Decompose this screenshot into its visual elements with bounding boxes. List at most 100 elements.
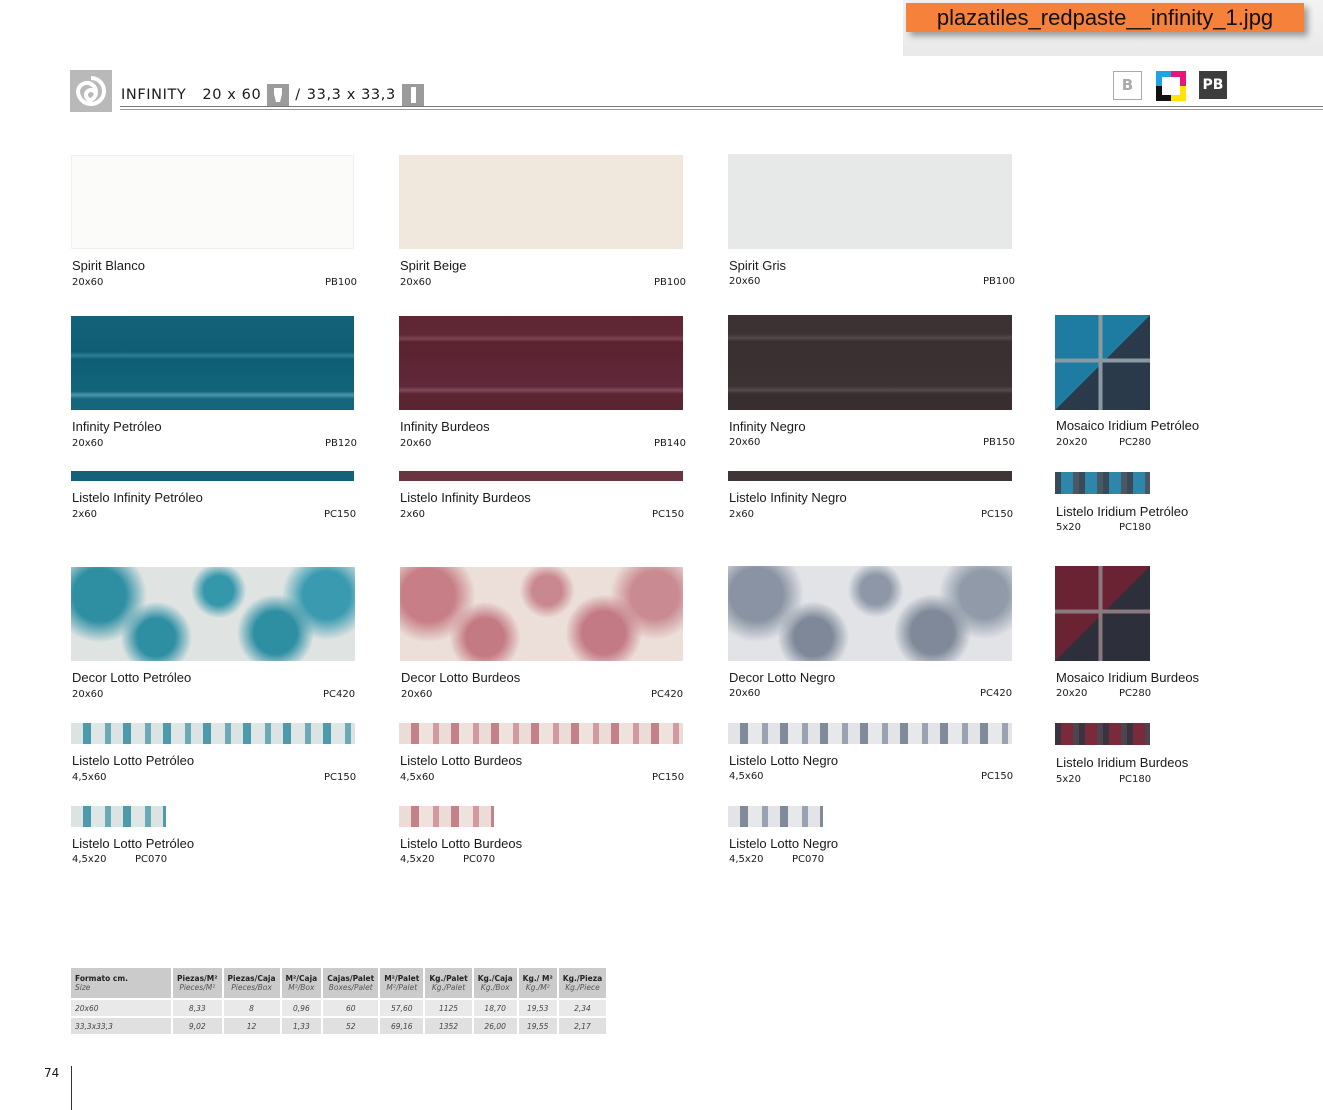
- product-code: PB100: [325, 277, 357, 288]
- table-cell: 60: [322, 998, 381, 1017]
- format-secondary: 33,3 x 33,3: [306, 87, 396, 103]
- product-name: Listelo Lotto Negro: [729, 753, 839, 768]
- table-cell: 19,55: [517, 1016, 559, 1034]
- column-header: Kg./Caja: [472, 968, 519, 983]
- product-code: PC150: [981, 509, 1014, 520]
- strip-swatch: [399, 723, 683, 744]
- product-size: 20x60: [400, 438, 432, 449]
- tile-swatch: [728, 154, 1012, 249]
- decor-swatch: [400, 567, 683, 661]
- product-name: Mosaico Iridium Petróleo: [1056, 418, 1200, 433]
- product-code: PC070: [135, 854, 168, 865]
- product-size: 2x60: [72, 509, 98, 520]
- table-cell: 12: [222, 1016, 282, 1034]
- floor-tile-icon: [401, 84, 424, 106]
- product-name: Spirit Gris: [729, 258, 787, 273]
- table-row: 33,3x33,3 9,02 12 1,33 52 69,16 1352 26,…: [71, 1016, 609, 1034]
- column-subheader: Pieces/Box: [222, 983, 282, 999]
- column-subheader: M²/Box: [280, 983, 324, 999]
- tile-swatch: [71, 316, 354, 410]
- column-subheader: Kg./M²: [517, 983, 559, 999]
- page-rule: [71, 1066, 72, 1110]
- product-code: PC150: [652, 509, 685, 520]
- product-size: 20x60: [400, 277, 432, 288]
- product-name: Listelo Infinity Burdeos: [400, 490, 531, 505]
- product-code: PB100: [983, 276, 1015, 287]
- column-header: M²/Caja: [280, 968, 324, 983]
- product-code: PC070: [463, 854, 496, 865]
- column-subheader: Kg./Box: [472, 983, 519, 999]
- table-cell: 1,33: [280, 1016, 324, 1034]
- column-subheader: M²/Palet: [379, 983, 426, 999]
- product-size: 4,5x60: [400, 772, 435, 783]
- table-header-row: Formato cm. Piezas/M² Piezas/Caja M²/Caj…: [71, 968, 609, 983]
- cmyk-icon: [1156, 71, 1186, 101]
- product-code: PC420: [651, 689, 684, 700]
- format-separator: /: [295, 87, 301, 103]
- product-name: Listelo Infinity Petróleo: [72, 490, 203, 505]
- page-number: 74: [44, 1066, 60, 1080]
- table-cell: 9,02: [172, 1016, 224, 1034]
- product-size: 4,5x20: [729, 854, 764, 865]
- product-size: 5x20: [1056, 774, 1082, 785]
- decor-swatch: [728, 566, 1012, 661]
- product-name: Listelo Lotto Burdeos: [400, 753, 523, 768]
- format-primary: 20 x 60: [202, 87, 262, 103]
- table-cell: 26,00: [472, 1016, 519, 1034]
- table-cell: 8: [222, 998, 282, 1017]
- table-cell: 19,53: [517, 998, 559, 1017]
- product-name: Infinity Negro: [729, 419, 806, 434]
- column-header: Kg./Pieza: [557, 968, 609, 983]
- column-subheader: Pieces/M²: [172, 983, 224, 999]
- product-name: Listelo Lotto Petróleo: [72, 753, 195, 768]
- column-subheader: Kg./Palet: [424, 983, 474, 999]
- product-name: Listelo Lotto Petróleo: [72, 836, 195, 851]
- collection-name: INFINITY: [121, 87, 187, 103]
- strip-swatch: [71, 806, 166, 827]
- strip-swatch: [1055, 723, 1150, 745]
- product-name: Infinity Petróleo: [72, 419, 162, 434]
- product-code: PB140: [654, 438, 686, 449]
- product-name: Spirit Beige: [400, 258, 467, 273]
- product-code: PC150: [981, 771, 1014, 782]
- product-size: 4,5x60: [72, 772, 107, 783]
- table-cell: 52: [322, 1016, 381, 1034]
- product-size: 20x60: [401, 689, 433, 700]
- collection-header: INFINITY 20 x 60 / 33,3 x 33,3: [121, 84, 430, 106]
- strip-swatch: [728, 471, 1012, 481]
- column-header: Cajas/Palet: [322, 968, 381, 983]
- packing-spec-table: Formato cm. Piezas/M² Piezas/Caja M²/Caj…: [71, 968, 609, 1034]
- column-header: Formato cm.: [71, 968, 173, 983]
- column-subheader: Boxes/Palet: [322, 983, 381, 999]
- product-code: PC150: [324, 509, 357, 520]
- table-cell: 20x60: [71, 998, 173, 1017]
- product-name: Spirit Blanco: [72, 258, 145, 273]
- product-size: 20x20: [1056, 437, 1088, 448]
- product-size: 20x60: [72, 689, 104, 700]
- product-size: 20x60: [729, 437, 761, 448]
- column-header: M²/Palet: [379, 968, 426, 983]
- strip-swatch: [728, 723, 1012, 744]
- table-cell: 2,17: [557, 1016, 609, 1034]
- product-code: PC150: [324, 772, 357, 783]
- tile-swatch: [399, 155, 683, 249]
- column-subheader: Size: [71, 983, 173, 999]
- column-header: Kg./Palet: [424, 968, 474, 983]
- product-size: 4,5x20: [400, 854, 435, 865]
- product-size: 20x60: [729, 276, 761, 287]
- product-name: Decor Lotto Negro: [729, 670, 836, 685]
- badge-pb: PB: [1199, 71, 1227, 99]
- product-name: Listelo Iridium Burdeos: [1056, 755, 1189, 770]
- product-size: 20x20: [1056, 688, 1088, 699]
- product-name: Mosaico Iridium Burdeos: [1056, 670, 1200, 685]
- product-code: PB150: [983, 437, 1015, 448]
- product-size: 20x60: [729, 688, 761, 699]
- table-cell: 18,70: [472, 998, 519, 1017]
- product-size: 20x60: [72, 277, 104, 288]
- table-cell: 2,34: [557, 998, 609, 1017]
- table-cell: 0,96: [280, 998, 324, 1017]
- product-name: Decor Lotto Petróleo: [72, 670, 192, 685]
- table-cell: 1125: [424, 998, 474, 1017]
- table-cell: 1352: [424, 1016, 474, 1034]
- product-name: Listelo Iridium Petróleo: [1056, 504, 1189, 519]
